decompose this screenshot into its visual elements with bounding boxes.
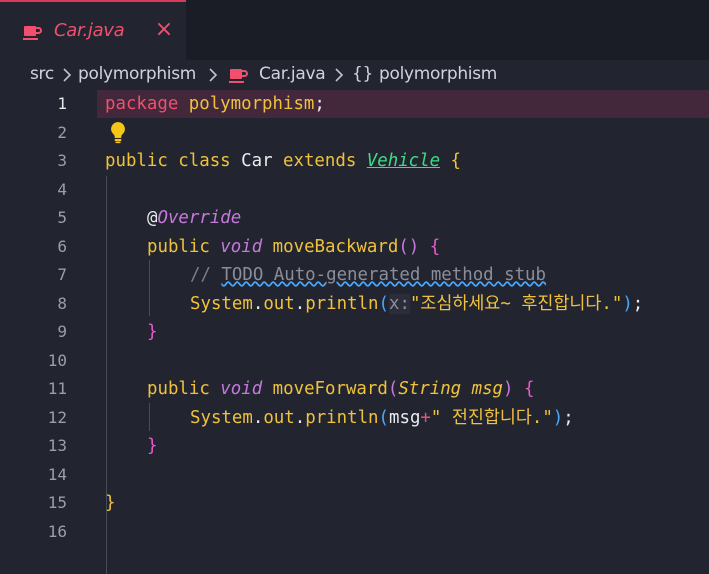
code-line-8: 8 System.out.println(x:"조심하세요~ 후진합니다."); <box>0 290 709 318</box>
code-line-14: 14 <box>0 461 709 489</box>
semicolon: ; <box>563 407 574 428</box>
line-number: 7 <box>57 265 67 284</box>
argument: msg <box>389 407 421 428</box>
operator: + <box>420 407 431 428</box>
keyword: package <box>105 94 179 114</box>
dot: . <box>252 293 264 314</box>
close-icon[interactable]: × <box>153 19 175 41</box>
line-number: 12 <box>47 407 67 427</box>
code-editor[interactable]: 1 package polymorphism; 2 3 public class… <box>0 90 709 574</box>
code-line-7: 7 // TODO Auto-generated method stub <box>0 261 709 289</box>
line-number: 2 <box>57 122 67 142</box>
code-line-10: 10 <box>0 347 709 375</box>
paren: ( <box>387 379 399 399</box>
paren: ) <box>552 407 564 428</box>
line-number: 4 <box>57 179 67 199</box>
breadcrumb-item-symbol[interactable]: polymorphism <box>379 64 497 84</box>
keyword: public <box>105 151 168 171</box>
code-line-3: 3 public class Car extends Vehicle { <box>0 147 709 175</box>
code-line-12: 12 System.out.println(msg+" 전진합니다."); <box>0 404 709 432</box>
code-line-6: 6 public void moveBackward() { <box>0 233 709 261</box>
line-number: 1 <box>57 94 67 113</box>
line-number: 16 <box>47 521 67 541</box>
breadcrumb-item-file[interactable]: Car.java <box>259 64 326 84</box>
class-ref: System <box>190 407 253 428</box>
code-line-9: 9 } <box>0 318 709 346</box>
chevron-right-icon <box>335 68 344 82</box>
paren: ( <box>378 293 389 314</box>
line-number: 3 <box>57 151 67 170</box>
brace: { <box>440 151 462 171</box>
dot: . <box>294 407 306 428</box>
param-type: String <box>398 379 462 399</box>
brace: } <box>147 322 158 342</box>
java-cup-icon <box>229 69 248 83</box>
semicolon: ; <box>632 293 644 314</box>
code-line-15: 15 } <box>0 489 709 517</box>
field-ref: out <box>263 407 295 428</box>
string-literal: "조심하세요~ 후진합니다." <box>409 293 623 314</box>
return-type: void <box>220 236 263 257</box>
code-line-16: 16 <box>0 518 709 546</box>
brace: } <box>147 436 158 456</box>
lightbulb-icon[interactable] <box>108 120 128 144</box>
paren: ) <box>622 293 633 314</box>
annotation-name: Override <box>157 208 242 228</box>
parent-class[interactable]: Vehicle <box>367 151 440 171</box>
line-number: 5 <box>57 208 67 227</box>
tab-bar: Car.java × <box>0 0 709 60</box>
chevron-right-icon <box>209 68 218 82</box>
breadcrumb-item-src[interactable]: src <box>30 64 54 84</box>
param-name: msg <box>461 379 504 399</box>
keyword: public <box>147 379 221 399</box>
line-number: 10 <box>47 350 67 370</box>
keyword: public <box>147 236 221 257</box>
brace: { <box>513 379 535 399</box>
java-cup-icon <box>23 26 42 40</box>
class-name: Car <box>241 151 273 171</box>
keyword: class <box>167 151 242 171</box>
dot: . <box>252 407 264 428</box>
code-line-11: 11 public void moveForward(String msg) { <box>0 375 709 403</box>
params: () <box>398 236 420 257</box>
semicolon: ; <box>314 94 325 114</box>
method-call: println <box>305 407 379 428</box>
tab-car-java[interactable]: Car.java × <box>0 0 186 60</box>
line-number: 9 <box>57 322 67 341</box>
line-number: 13 <box>47 436 67 455</box>
method-name: moveBackward <box>262 236 399 257</box>
line-number: 6 <box>57 236 67 256</box>
line-number: 11 <box>47 379 67 398</box>
paren: ( <box>378 407 389 428</box>
line-number: 8 <box>57 293 67 313</box>
tab-title: Car.java <box>54 20 125 41</box>
namespace-braces-icon: {} <box>352 64 374 84</box>
method-name: moveForward <box>262 379 388 399</box>
class-ref: System <box>190 293 253 314</box>
keyword: extends <box>272 151 367 171</box>
paren: ) <box>503 379 514 399</box>
code-line-2: 2 <box>0 119 709 147</box>
parameter-hint: x: <box>389 293 410 314</box>
chevron-right-icon <box>63 68 72 82</box>
field-ref: out <box>263 293 295 314</box>
string-literal: " 전진합니다." <box>430 407 553 428</box>
line-number: 14 <box>47 464 67 484</box>
brace: } <box>105 493 116 513</box>
breadcrumb: src polymorphism Car.java {} polymorphis… <box>0 60 709 90</box>
code-line-13: 13 } <box>0 432 709 460</box>
annotation-at: @ <box>147 208 158 228</box>
line-number: 15 <box>47 493 67 512</box>
todo-comment: TODO Auto-generated method stub <box>221 265 546 285</box>
method-call: println <box>305 293 379 314</box>
dot: . <box>294 293 306 314</box>
package-name: polymorphism <box>178 94 315 114</box>
code-line-4: 4 <box>0 176 709 204</box>
breadcrumb-item-package[interactable]: polymorphism <box>78 64 196 84</box>
code-line-5: 5 @Override <box>0 204 709 232</box>
code-line-1: 1 package polymorphism; <box>0 90 709 118</box>
comment-prefix: // <box>190 265 222 285</box>
return-type: void <box>220 379 263 399</box>
brace: { <box>419 236 441 257</box>
